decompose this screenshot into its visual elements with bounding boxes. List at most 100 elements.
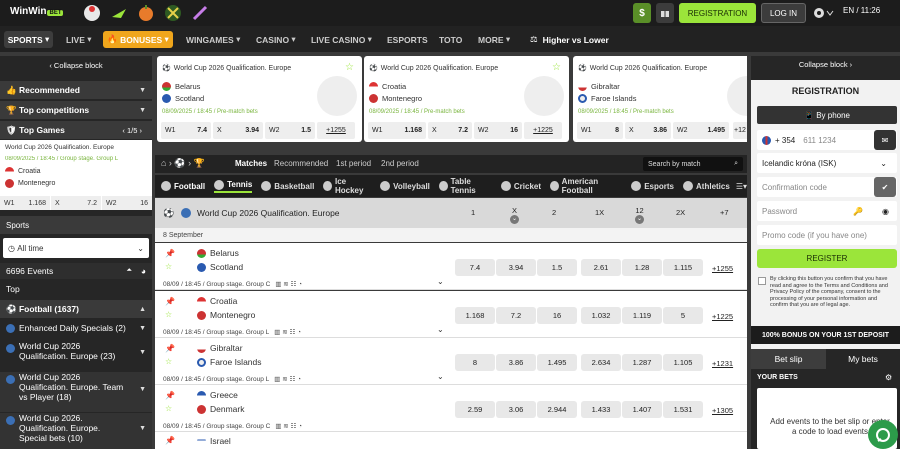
sport-cricket[interactable]: Cricket bbox=[500, 181, 541, 191]
odd-2x[interactable]: 1.115 bbox=[663, 259, 703, 276]
odd-2x[interactable]: 1.531 bbox=[663, 401, 703, 418]
nav-higher-lower[interactable]: ⚖ Higher vs Lower bbox=[530, 31, 609, 48]
settings-gear-icon[interactable]: ⚙ bbox=[885, 373, 892, 382]
top-games-pager[interactable]: ‹ 1/5 › bbox=[122, 126, 142, 135]
odd-w2[interactable]: W2 16 bbox=[102, 196, 152, 210]
star-icon[interactable]: ☆ bbox=[165, 404, 172, 413]
card-odd-w2[interactable]: W2 1.5 bbox=[265, 122, 315, 139]
odd-x[interactable]: 3.94 bbox=[496, 259, 536, 276]
odd-x[interactable]: 7.2 bbox=[496, 307, 536, 324]
login-button[interactable]: LOG IN bbox=[761, 3, 806, 23]
match-row[interactable]: 📌 ☆ Croatia Montenegro 08/09 / 18:45 / G… bbox=[155, 291, 747, 338]
sport-ice-hockey[interactable]: Ice Hockey bbox=[323, 177, 371, 195]
sport-volleyball[interactable]: Volleyball bbox=[380, 181, 430, 191]
tab-matches[interactable]: Matches bbox=[235, 159, 267, 168]
star-icon[interactable]: ☆ bbox=[165, 357, 172, 366]
recommended-header[interactable]: 👍 Recommended ▼ bbox=[0, 81, 152, 99]
nav-live-casino[interactable]: LIVE CASINO ▾ bbox=[311, 31, 372, 48]
rooster-game-icon[interactable] bbox=[82, 3, 102, 23]
sports-menu-icon[interactable]: ☰▾ bbox=[736, 182, 747, 191]
card-odd-x[interactable]: X 7.2 bbox=[428, 122, 472, 139]
star-icon[interactable]: ☆ bbox=[345, 62, 354, 73]
card-odd-w2[interactable]: W2 1.495 bbox=[673, 122, 729, 139]
match-row[interactable]: 📌 ☆ Greece Denmark 08/09 / 18:45 / Group… bbox=[155, 385, 747, 432]
stats-icons[interactable]: ▥ ≋ ☷ ◔ bbox=[274, 376, 301, 383]
bonus-banner[interactable]: 100% BONUS ON YOUR 1ST DEPOSIT bbox=[751, 326, 900, 344]
match-row[interactable]: 📌 ☆ Gibraltar Faroe Islands 08/09 / 18:4… bbox=[155, 338, 747, 385]
sport-tennis[interactable]: Tennis bbox=[214, 179, 253, 193]
odd-x[interactable]: 3.06 bbox=[496, 401, 536, 418]
currency-select[interactable]: Icelandic króna (ISK) ⌄ bbox=[757, 153, 897, 173]
nav-wingames[interactable]: WINGAMES ▾ bbox=[186, 31, 240, 48]
nav-live[interactable]: LIVE ▾ bbox=[66, 31, 92, 48]
match-search-input[interactable]: Search by match ⌕ bbox=[643, 157, 743, 171]
collapse-all-icon[interactable]: ⏶ bbox=[126, 267, 132, 275]
card-odd-w1[interactable]: W1 7.4 bbox=[161, 122, 211, 139]
tab-recommended[interactable]: Recommended bbox=[274, 159, 328, 168]
card-odd-w2[interactable]: W2 16 bbox=[474, 122, 522, 139]
football-category[interactable]: ⚽ Football (1637) ▲ bbox=[0, 300, 152, 318]
register-button[interactable]: REGISTER bbox=[757, 249, 897, 268]
odd-1[interactable]: 7.4 bbox=[455, 259, 495, 276]
match-row[interactable]: 📌 Israel bbox=[155, 432, 747, 449]
odd-1[interactable]: 2.59 bbox=[455, 401, 495, 418]
nav-esports[interactable]: ESPORTS bbox=[387, 31, 428, 48]
pin-icon[interactable]: 📌 bbox=[165, 344, 175, 353]
key-icon[interactable]: 🔑 bbox=[853, 207, 863, 216]
period-select[interactable]: ◷ All time ⌄ bbox=[3, 238, 149, 258]
odd-12[interactable]: 1.119 bbox=[622, 307, 662, 324]
collapse-left[interactable]: ‹ Collapse block bbox=[0, 56, 152, 74]
sms-button[interactable]: ✉ bbox=[874, 130, 896, 150]
odd-1x[interactable]: 2.634 bbox=[581, 354, 621, 371]
odd-12[interactable]: 1.28 bbox=[622, 259, 662, 276]
globe-icon[interactable]: ◕ bbox=[141, 266, 146, 276]
terms-checkbox[interactable] bbox=[758, 277, 766, 285]
my-bets-tab[interactable]: My bets bbox=[826, 349, 900, 369]
expand-chevron-icon[interactable]: ⌄ bbox=[437, 372, 444, 381]
league-item[interactable]: World Cup 2026. Qualification. Europe. S… bbox=[0, 413, 152, 449]
logo[interactable]: WinWin BET bbox=[10, 6, 64, 17]
sport-basketball[interactable]: Basketball bbox=[261, 181, 314, 191]
stats-icons[interactable]: ▥ ≋ ☷ ◔ bbox=[274, 329, 301, 336]
registration-button[interactable]: REGISTRATION bbox=[679, 3, 756, 23]
match-row[interactable]: 📌 ☆ Belarus Scotland 08/09 / 18:45 / Gro… bbox=[155, 243, 747, 290]
card-more-bets[interactable]: +12 bbox=[733, 122, 747, 139]
odd-1[interactable]: 8 bbox=[455, 354, 495, 371]
rocket-icon[interactable] bbox=[190, 3, 210, 23]
card-odd-x[interactable]: X 3.94 bbox=[213, 122, 263, 139]
confirm-check-button[interactable]: ✔ bbox=[874, 177, 896, 197]
gift-button[interactable] bbox=[656, 3, 674, 23]
card-odd-w1[interactable]: W1 1.168 bbox=[368, 122, 426, 139]
league-item[interactable]: Enhanced Daily Specials (2) ▼ bbox=[0, 320, 152, 336]
sport-american-football[interactable]: American Football bbox=[550, 177, 622, 195]
chevron-down-icon[interactable]: ⌄ bbox=[510, 215, 519, 224]
odd-2[interactable]: 2.944 bbox=[537, 401, 577, 418]
more-bets-link[interactable]: +1225 bbox=[712, 312, 733, 321]
collapse-right[interactable]: Collapse block › bbox=[751, 60, 900, 69]
password-input[interactable]: Password 🔑 ◉ bbox=[757, 201, 897, 221]
top-games-header[interactable]: 🛡 Top Games ‹ 1/5 › bbox=[0, 121, 152, 139]
stats-icons[interactable]: ▥ ≋ ☷ ◔ bbox=[275, 423, 302, 430]
sport-esports[interactable]: Esports bbox=[631, 181, 674, 191]
sport-athletics[interactable]: Athletics bbox=[683, 181, 730, 191]
more-bets-link[interactable]: +1255 bbox=[712, 264, 733, 273]
pin-icon[interactable]: 📌 bbox=[165, 436, 175, 445]
expand-chevron-icon[interactable]: ⌄ bbox=[437, 277, 444, 286]
more-bets-link[interactable]: +1231 bbox=[712, 359, 733, 368]
nav-bonuses[interactable]: 🔥 BONUSES ▾ bbox=[103, 31, 173, 48]
league-item[interactable]: World Cup 2026 Qualification. Europe (23… bbox=[0, 341, 152, 369]
nav-casino[interactable]: CASINO ▾ bbox=[256, 31, 296, 48]
eye-off-icon[interactable]: ◉ bbox=[882, 207, 889, 216]
home-icon[interactable]: ⌂ › ⚽ › 🏆 bbox=[161, 158, 205, 169]
odd-1x[interactable]: 2.61 bbox=[581, 259, 621, 276]
fruit-game-icon[interactable] bbox=[136, 3, 156, 23]
star-icon[interactable]: ☆ bbox=[165, 262, 172, 271]
stats-icons[interactable]: ▥ ≋ ☷ ◔ bbox=[275, 281, 302, 288]
odd-w1[interactable]: W1 1.168 bbox=[0, 196, 50, 210]
crossed-swords-icon[interactable] bbox=[163, 3, 183, 23]
more-bets-link[interactable]: +1305 bbox=[712, 406, 733, 415]
league-item[interactable]: World Cup 2026 Qualification. Europe. Te… bbox=[0, 372, 152, 412]
card-more-bets[interactable]: +1225 bbox=[524, 122, 562, 139]
star-icon[interactable]: ☆ bbox=[165, 310, 172, 319]
expand-chevron-icon[interactable]: ⌄ bbox=[437, 325, 444, 334]
